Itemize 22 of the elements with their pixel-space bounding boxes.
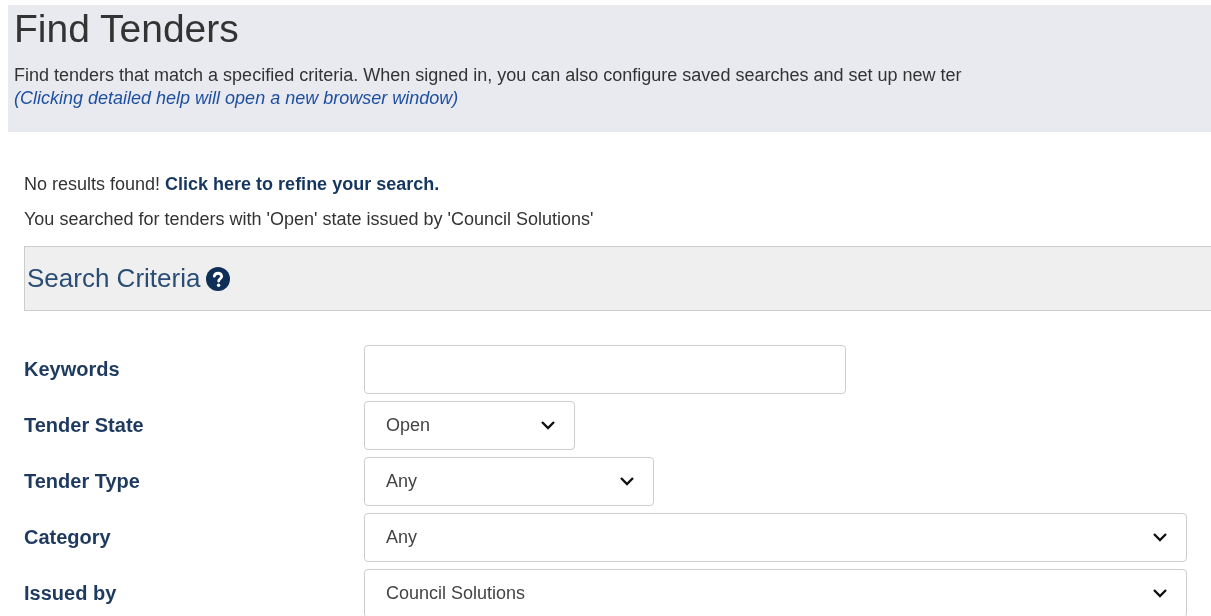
refine-search-link[interactable]: Click here to refine your search.	[165, 173, 440, 195]
page-title: Find Tenders	[14, 6, 239, 52]
page-description: Find tenders that match a specified criteria. When signed in, you can also configure saved searches and set up new ter	[14, 65, 962, 86]
help-icon[interactable]	[206, 266, 231, 291]
chevron-down-icon	[619, 476, 635, 486]
dropdown[interactable]: Council Solutions	[364, 568, 1187, 616]
help-note: (Clicking detailed help will open a new browser window)	[14, 88, 459, 109]
field-label: Keywords	[24, 357, 121, 381]
text-field[interactable]	[364, 344, 846, 394]
field-label: Issued by	[24, 581, 118, 605]
dropdown[interactable]: Open	[364, 400, 575, 450]
chevron-down-icon	[1152, 532, 1168, 542]
field-label: Tender State	[24, 413, 145, 437]
dropdown[interactable]: Any	[364, 512, 1187, 562]
search-criteria-title: Search Criteria	[27, 263, 201, 294]
no-results-message: No results found!	[24, 173, 161, 195]
field-label: Category	[24, 525, 112, 549]
dropdown[interactable]: Any	[364, 456, 654, 506]
field-label: Tender Type	[24, 469, 141, 493]
chevron-down-icon	[1152, 588, 1168, 598]
search-summary: You searched for tenders with 'Open' state issued by 'Council Solutions'	[24, 208, 594, 230]
chevron-down-icon	[540, 420, 556, 430]
